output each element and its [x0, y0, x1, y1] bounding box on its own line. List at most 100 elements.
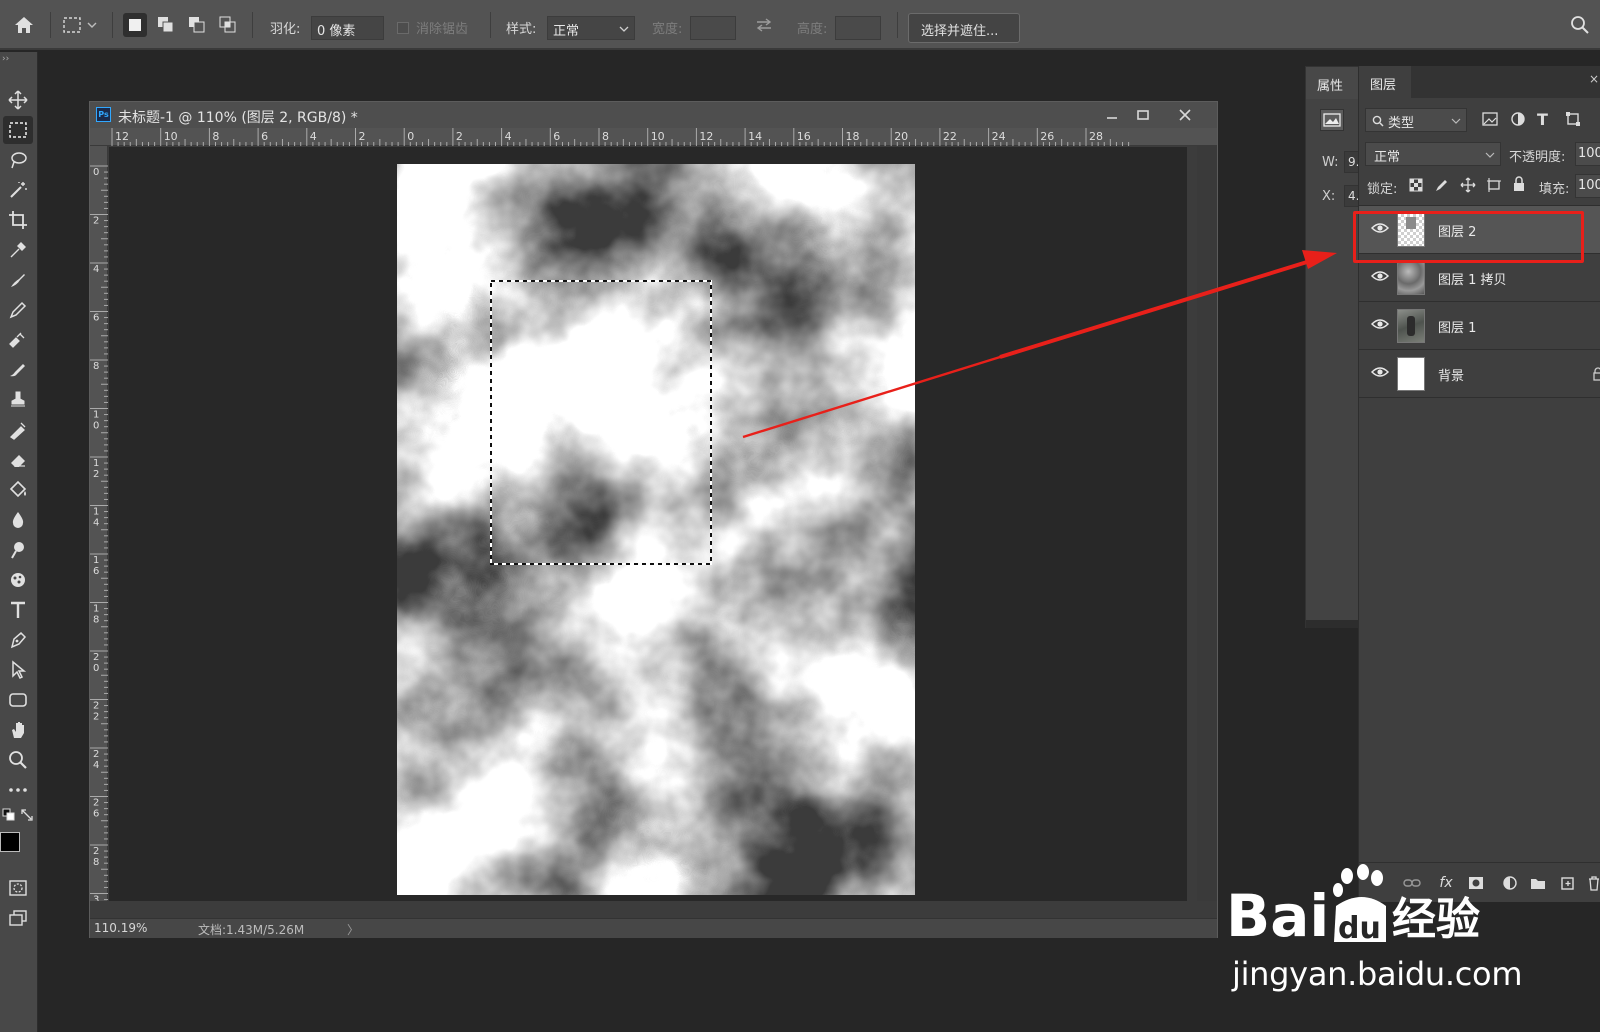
- intersect-selection-icon[interactable]: [216, 13, 240, 37]
- vertical-ruler[interactable]: 02468101214161820222426283: [90, 146, 108, 901]
- new-layer-icon[interactable]: [1559, 874, 1577, 892]
- new-group-icon[interactable]: [1529, 874, 1547, 892]
- layer-thumbnail-clouds: [1397, 261, 1425, 295]
- filter-type-icon[interactable]: T: [1537, 110, 1548, 129]
- filter-pixel-icon[interactable]: [1482, 112, 1498, 126]
- screen-mode-icon[interactable]: [3, 904, 33, 932]
- swap-width-height-icon[interactable]: [752, 13, 776, 37]
- filter-adjustment-icon[interactable]: [1510, 111, 1526, 127]
- history-brush-icon[interactable]: [3, 356, 33, 384]
- canvas-image[interactable]: [397, 164, 915, 895]
- home-icon[interactable]: [12, 13, 36, 37]
- ruler-h-label: 22: [943, 130, 957, 143]
- svg-text:经验: 经验: [1392, 894, 1480, 945]
- eraser-icon[interactable]: [3, 446, 33, 474]
- layers-panel: 图层 × 类型 T 正常 不透明度: 100 锁定: 填充: 100 图层 2 …: [1358, 66, 1600, 902]
- delete-layer-icon[interactable]: [1585, 874, 1600, 892]
- lasso-tool-icon[interactable]: [3, 146, 33, 174]
- svg-text:du: du: [1338, 911, 1381, 946]
- marquee-preset-icon[interactable]: [62, 13, 102, 37]
- lock-position-icon[interactable]: [1460, 177, 1476, 193]
- stamp-tool-icon[interactable]: [3, 386, 33, 414]
- document-title-bar[interactable]: Ps 未标题-1 @ 110% (图层 2, RGB/8) *: [90, 102, 1217, 128]
- style-select-value: 正常: [553, 24, 580, 39]
- ruler-h-label: 26: [1040, 130, 1054, 143]
- zoom-level[interactable]: 110.19%: [94, 921, 147, 935]
- sponge-tool-icon[interactable]: [3, 566, 33, 594]
- height-label: 高度:: [797, 22, 828, 37]
- svg-text:Bai: Bai: [1226, 882, 1329, 950]
- fill-input[interactable]: 100: [1575, 174, 1600, 198]
- ruler-v-label: 2: [93, 469, 99, 480]
- visibility-eye-icon[interactable]: [1371, 365, 1391, 383]
- ruler-h-label: 8: [212, 130, 219, 143]
- path-selection-icon[interactable]: [3, 656, 33, 684]
- lock-artboard-icon[interactable]: [1486, 177, 1502, 193]
- lock-all-icon[interactable]: [1512, 176, 1526, 192]
- default-colors-icon[interactable]: [2, 808, 16, 822]
- ruler-h-label: 14: [748, 130, 762, 143]
- brush-tool-icon[interactable]: [3, 296, 33, 324]
- minimize-icon[interactable]: [1099, 104, 1125, 126]
- layer-filter-select[interactable]: 类型: [1365, 108, 1467, 132]
- quick-mask-icon[interactable]: [3, 874, 33, 902]
- foreground-color-swatch[interactable]: [0, 832, 20, 852]
- move-tool-icon[interactable]: [3, 86, 33, 114]
- zoom-tool-icon[interactable]: [3, 746, 33, 774]
- maximize-icon[interactable]: [1130, 104, 1156, 126]
- search-icon[interactable]: [1568, 13, 1592, 37]
- pen-tool-icon[interactable]: [3, 626, 33, 654]
- lock-transparent-pixels-icon[interactable]: [1409, 178, 1423, 192]
- select-and-mask-button[interactable]: 选择并遮住...: [908, 13, 1020, 43]
- ruler-h-label: 6: [261, 130, 268, 143]
- dodge-tool-icon[interactable]: [3, 536, 33, 564]
- rectangle-tool-icon[interactable]: [3, 686, 33, 714]
- lock-image-pixels-icon[interactable]: [1435, 178, 1449, 192]
- close-icon[interactable]: [1172, 104, 1198, 126]
- photoshop-doc-icon: Ps: [96, 107, 111, 122]
- blur-tool-icon[interactable]: [3, 506, 33, 534]
- tools-panel: ››: [0, 52, 38, 1032]
- ruler-v-label: 1: [93, 604, 99, 615]
- pixel-layer-properties-icon[interactable]: [1320, 109, 1344, 131]
- layer-row[interactable]: 背景: [1359, 350, 1600, 398]
- visibility-eye-icon[interactable]: [1371, 269, 1391, 287]
- opacity-input[interactable]: 100: [1575, 142, 1600, 166]
- layer-row[interactable]: 图层 1: [1359, 302, 1600, 350]
- add-to-selection-icon[interactable]: [154, 13, 178, 37]
- antialias-checkbox[interactable]: [397, 22, 409, 34]
- paint-bucket-icon[interactable]: [3, 476, 33, 504]
- style-select[interactable]: 正常: [547, 16, 635, 40]
- blend-mode-value: 正常: [1374, 150, 1401, 165]
- height-input[interactable]: [835, 16, 881, 40]
- width-input[interactable]: [690, 16, 736, 40]
- blend-mode-select[interactable]: 正常: [1365, 142, 1501, 166]
- horizontal-ruler[interactable]: 12 10 8 6 4 2 0 2 4 6 8 10 12 14 16 18 20 22 24 26 28: [90, 128, 1217, 146]
- new-selection-icon[interactable]: [123, 13, 147, 37]
- ruler-v-label: 6: [93, 809, 99, 820]
- toolbar-collapse-icon[interactable]: ››: [2, 54, 9, 64]
- feather-input[interactable]: 0 像素: [311, 16, 384, 40]
- clone-stamp-icon[interactable]: [3, 326, 33, 354]
- eyedropper-icon[interactable]: [3, 236, 33, 264]
- tab-layers[interactable]: 图层: [1359, 66, 1411, 98]
- spot-healing-brush-icon[interactable]: [3, 266, 33, 294]
- hand-tool-icon[interactable]: [3, 716, 33, 744]
- layer-name: 图层 1: [1438, 321, 1477, 336]
- rectangular-marquee-tool-icon[interactable]: [3, 116, 33, 144]
- magic-wand-icon[interactable]: [3, 176, 33, 204]
- vertical-scrollbar[interactable]: [1197, 146, 1217, 901]
- panel-close-icon[interactable]: ×: [1589, 72, 1599, 86]
- filter-shape-icon[interactable]: [1565, 111, 1581, 127]
- crop-tool-icon[interactable]: [3, 206, 33, 234]
- subtract-selection-icon[interactable]: [185, 13, 209, 37]
- tab-properties[interactable]: 属性: [1306, 67, 1362, 99]
- more-tools-icon[interactable]: [3, 776, 33, 804]
- visibility-eye-icon[interactable]: [1371, 317, 1391, 335]
- type-tool-icon[interactable]: [3, 596, 33, 624]
- art-history-brush-icon[interactable]: [3, 416, 33, 444]
- status-menu-arrow[interactable]: 〉: [347, 921, 359, 938]
- ruler-v-label: 6: [93, 313, 99, 324]
- ruler-h-label: 8: [602, 130, 609, 143]
- swap-colors-icon[interactable]: [20, 808, 34, 822]
